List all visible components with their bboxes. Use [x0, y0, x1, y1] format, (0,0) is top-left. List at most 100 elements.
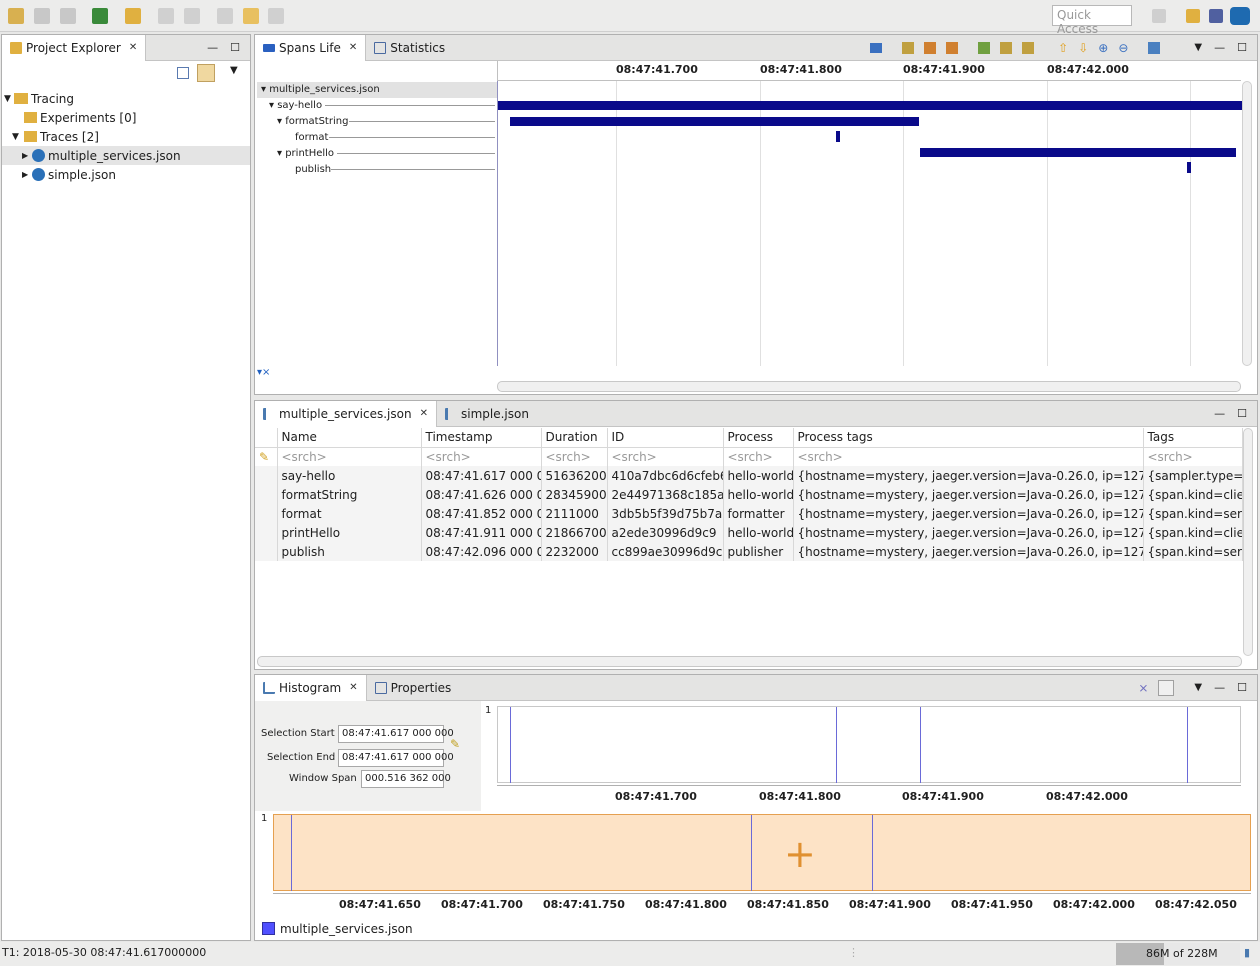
- minimize-icon[interactable]: —: [1214, 407, 1225, 420]
- tab-spans-life[interactable]: Spans Life ✕: [255, 34, 367, 61]
- span-tree-item[interactable]: ▾ multiple_services.json: [261, 84, 380, 95]
- table-row[interactable]: printHello08:47:41.911 000 000218667000a…: [255, 523, 1243, 542]
- expand-icon[interactable]: ▼: [4, 94, 14, 104]
- trash-icon[interactable]: ▮: [1244, 946, 1250, 959]
- prev-item-icon[interactable]: ⇧: [1058, 41, 1068, 55]
- search-cell[interactable]: <srch>: [1143, 447, 1243, 466]
- view-menu-icon[interactable]: ▼: [230, 65, 238, 76]
- search-cell[interactable]: <srch>: [607, 447, 724, 466]
- column-header[interactable]: ID: [607, 428, 724, 448]
- next-marker-icon[interactable]: [1022, 41, 1035, 54]
- show-legend-icon[interactable]: [870, 42, 883, 53]
- link-with-editor-icon[interactable]: [197, 64, 215, 82]
- tree-item-simple[interactable]: ▶ simple.json: [2, 165, 250, 184]
- span-bar-publish[interactable]: [1187, 162, 1191, 173]
- tree-item-multiple-services[interactable]: ▶ multiple_services.json: [2, 146, 250, 165]
- table-row[interactable]: format08:47:41.852 000 00021110003db5b5f…: [255, 504, 1243, 523]
- selection-end-field[interactable]: 08:47:41.617 000 000: [338, 749, 454, 767]
- collapse-all-icon[interactable]: [177, 67, 189, 79]
- span-tree-item[interactable]: ▾ printHello: [277, 148, 334, 159]
- horizontal-scrollbar[interactable]: [257, 656, 1242, 667]
- open-folder-icon[interactable]: [125, 8, 142, 24]
- maximize-icon[interactable]: ☐: [230, 41, 240, 54]
- new-icon[interactable]: [8, 8, 24, 24]
- column-header[interactable]: Timestamp: [421, 428, 542, 448]
- back-icon[interactable]: [242, 8, 259, 24]
- last-edit-icon[interactable]: [216, 8, 233, 24]
- span-bar-format-string[interactable]: [510, 117, 919, 126]
- reset-time-scale-icon[interactable]: [902, 41, 915, 54]
- maximize-icon[interactable]: ☐: [1237, 407, 1247, 420]
- span-tree-item[interactable]: format: [295, 132, 328, 143]
- maximize-icon[interactable]: ☐: [1237, 41, 1247, 54]
- tab-multiple-services[interactable]: multiple_services.json ✕: [255, 400, 437, 427]
- tab-histogram[interactable]: Histogram ✕: [255, 674, 367, 701]
- save-all-icon[interactable]: [59, 8, 76, 24]
- maximize-icon[interactable]: ☐: [1237, 681, 1247, 694]
- next-annotation-icon[interactable]: [158, 8, 175, 24]
- forward-icon[interactable]: [268, 8, 285, 24]
- open-perspective-icon[interactable]: [1152, 9, 1166, 23]
- column-header[interactable]: Process tags: [793, 428, 1144, 448]
- expand-icon[interactable]: ▼: [12, 132, 24, 142]
- save-icon[interactable]: [33, 8, 50, 24]
- tab-project-explorer[interactable]: Project Explorer ✕: [2, 34, 147, 61]
- full-range-histogram[interactable]: +: [273, 814, 1251, 891]
- close-icon[interactable]: ✕: [420, 408, 428, 419]
- tracing-perspective-icon[interactable]: [1230, 7, 1250, 25]
- prev-annotation-icon[interactable]: [183, 8, 200, 24]
- tree-item-tracing[interactable]: ▼ Tracing: [2, 89, 250, 108]
- next-item-icon[interactable]: ⇩: [1078, 41, 1088, 55]
- collapsed-icon[interactable]: ▶: [22, 151, 32, 160]
- search-cell[interactable]: <srch>: [723, 447, 794, 466]
- collapsed-icon[interactable]: ▶: [22, 170, 32, 179]
- minimize-icon[interactable]: —: [1214, 681, 1225, 694]
- table-row[interactable]: say-hello08:47:41.617 000 00051636200041…: [255, 466, 1243, 485]
- search-cell[interactable]: <srch>: [793, 447, 1144, 466]
- table-row[interactable]: publish08:47:42.096 000 0002232000cc899a…: [255, 542, 1243, 561]
- horizontal-scrollbar[interactable]: [497, 381, 1241, 392]
- tree-item-experiments[interactable]: Experiments [0]: [2, 108, 250, 127]
- tab-statistics[interactable]: Statistics: [366, 35, 453, 61]
- window-span-field[interactable]: 000.516 362 000: [361, 770, 451, 788]
- column-header[interactable]: Process: [723, 428, 794, 448]
- tab-properties[interactable]: Properties: [367, 675, 460, 701]
- view-menu-icon[interactable]: ▼: [1194, 682, 1202, 693]
- hide-lost-events-icon[interactable]: ⨯: [1138, 681, 1148, 695]
- column-header[interactable]: Duration: [541, 428, 608, 448]
- span-bar-say-hello[interactable]: [498, 101, 1242, 110]
- selection-start-field[interactable]: 08:47:41.617 000 000: [338, 725, 454, 743]
- filter-icon[interactable]: ▾×: [257, 367, 270, 378]
- search-cell[interactable]: <srch>: [421, 447, 542, 466]
- search-cell[interactable]: <srch>: [541, 447, 608, 466]
- heap-status[interactable]: 86M of 228M: [1116, 943, 1240, 965]
- span-tree-item[interactable]: ▾ formatString: [277, 116, 348, 127]
- tab-simple[interactable]: simple.json: [437, 401, 537, 427]
- spans-chart[interactable]: [497, 81, 1242, 366]
- top-histogram[interactable]: [497, 706, 1241, 783]
- run-icon[interactable]: [92, 8, 109, 24]
- zoom-out-icon[interactable]: ⊖: [1118, 41, 1128, 55]
- pin-view-icon[interactable]: [1148, 41, 1161, 54]
- tree-item-traces[interactable]: ▼ Traces [2]: [2, 127, 250, 146]
- select-prev-event-icon[interactable]: [924, 41, 937, 54]
- minimize-icon[interactable]: —: [1214, 41, 1225, 54]
- select-next-event-icon[interactable]: [946, 41, 959, 54]
- vertical-scrollbar[interactable]: [1242, 81, 1252, 366]
- zoom-in-icon[interactable]: ⊕: [1098, 41, 1108, 55]
- span-bar-format[interactable]: [836, 131, 840, 142]
- time-scale[interactable]: 08:47:41.700 08:47:41.800 08:47:41.900 0…: [497, 61, 1241, 81]
- close-icon[interactable]: ✕: [349, 42, 357, 53]
- search-cell[interactable]: <srch>: [277, 447, 422, 466]
- debug-perspective-icon[interactable]: [1209, 9, 1223, 23]
- span-tree-item[interactable]: ▾ say-hello: [269, 100, 322, 111]
- activate-trace-icon[interactable]: [1158, 679, 1175, 696]
- span-tree-item[interactable]: publish: [295, 164, 331, 175]
- view-menu-icon[interactable]: ▼: [1194, 42, 1202, 53]
- quick-access-input[interactable]: Quick Access: [1052, 5, 1132, 36]
- close-icon[interactable]: ✕: [349, 682, 357, 693]
- span-bar-print-hello[interactable]: [920, 148, 1236, 157]
- close-icon[interactable]: ✕: [129, 42, 137, 53]
- vertical-scrollbar[interactable]: [1243, 428, 1253, 656]
- column-header[interactable]: Name: [277, 428, 422, 448]
